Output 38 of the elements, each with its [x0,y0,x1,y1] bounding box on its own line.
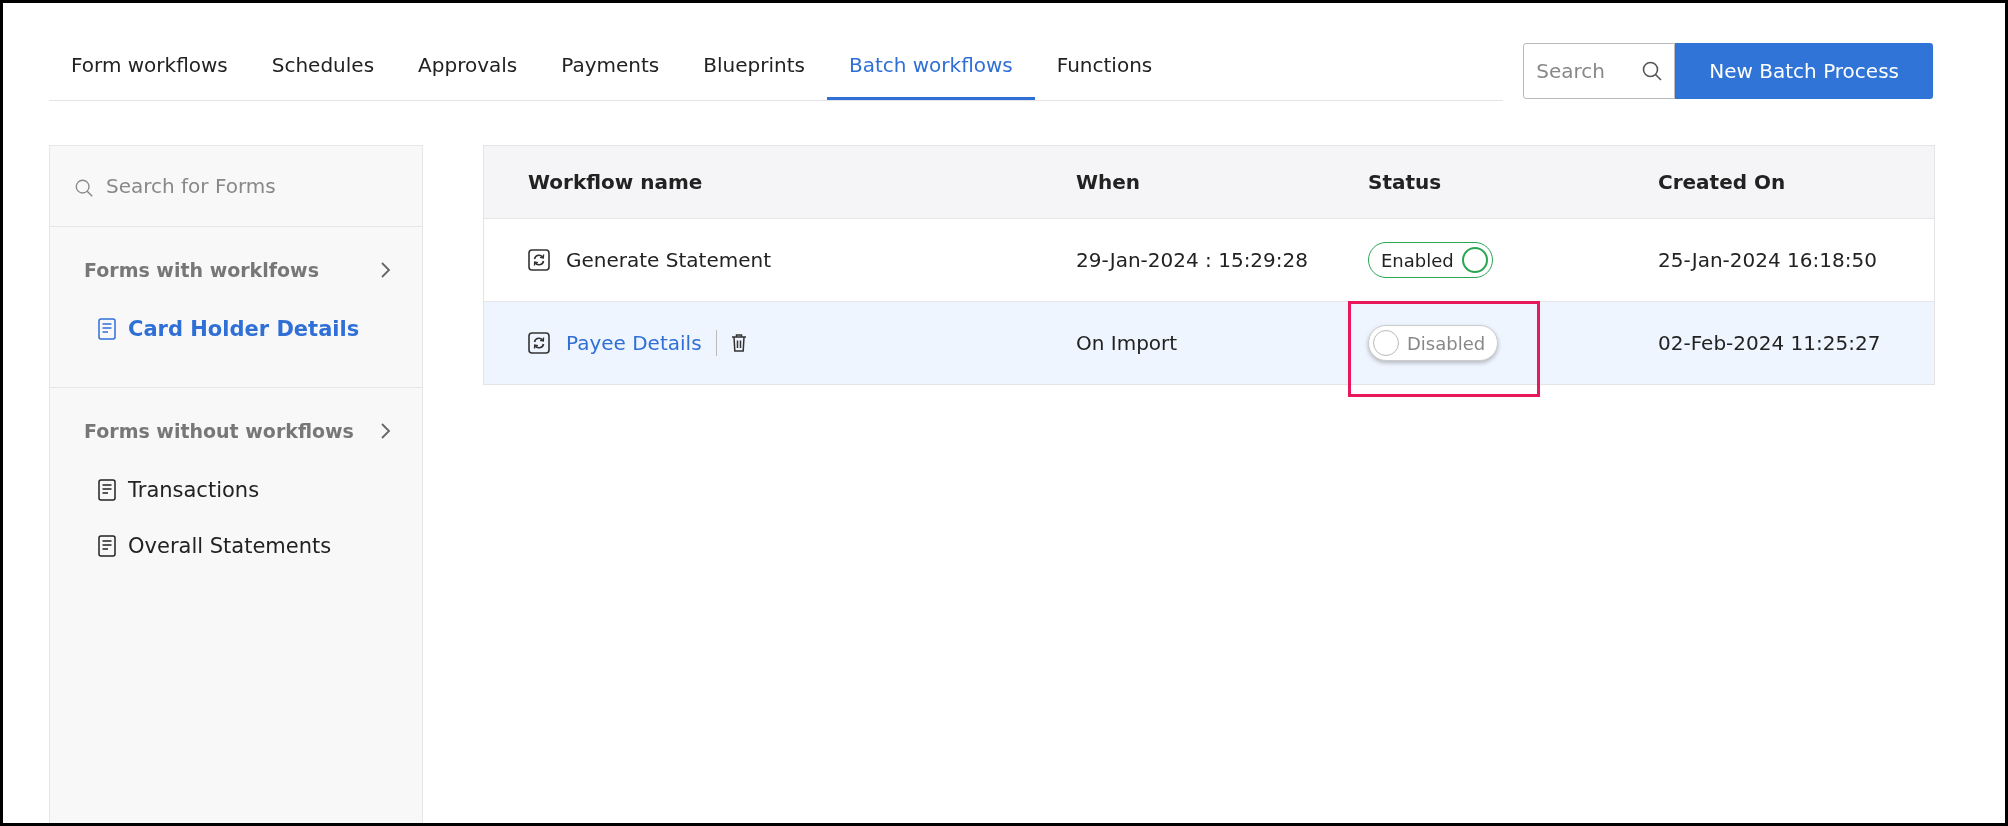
search-icon [1641,60,1664,82]
tab[interactable]: Blueprints [681,43,827,100]
tab[interactable]: Form workflows [59,43,250,100]
tab[interactable]: Payments [539,43,682,100]
new-batch-process-button[interactable]: New Batch Process [1675,43,1933,99]
table-row[interactable]: Payee Details On Import Disabled 02-Feb-2024 11:25:27 [484,301,1934,384]
form-item[interactable]: Overall Statements [98,518,422,574]
status-toggle[interactable]: Enabled [1368,242,1493,278]
document-icon [98,318,116,340]
search-icon [74,178,94,198]
sync-icon [528,332,550,354]
column-header: Created On [1658,170,1787,194]
workflow-name[interactable]: Payee Details [566,331,702,355]
trash-icon[interactable] [730,333,747,353]
status-toggle[interactable]: Disabled [1368,325,1499,361]
workflow-name: Generate Statement [566,248,771,272]
table-cell-text: On Import [1076,331,1179,355]
chevron-right-icon[interactable] [380,261,392,279]
document-icon [98,479,116,501]
form-item[interactable]: Card Holder Details [98,301,422,357]
chevron-right-icon[interactable] [380,422,392,440]
section-title: Forms without workflows [84,420,354,442]
tab[interactable]: Approvals [396,43,540,100]
tab[interactable]: Batch workflows [826,43,1035,100]
column-header: Status [1368,170,1443,194]
sidebar-search-field[interactable]: Search for Forms [50,146,422,226]
column-header: Workflow name [528,170,704,194]
form-item[interactable]: Transactions [98,462,422,518]
search-field[interactable]: Search [1523,43,1676,99]
column-header: When [1076,170,1142,194]
sync-icon [528,249,550,271]
tab[interactable]: Schedules [249,43,397,100]
section-title: Forms with worklfows [84,259,319,281]
table-cell-text: 29-Jan-2024 : 15:29:28 [1076,248,1309,272]
table-cell-text: 02-Feb-2024 11:25:27 [1658,331,1882,355]
document-icon [98,535,116,557]
table-cell-text: 25-Jan-2024 16:18:50 [1658,248,1878,272]
tab[interactable]: Functions [1034,43,1175,100]
